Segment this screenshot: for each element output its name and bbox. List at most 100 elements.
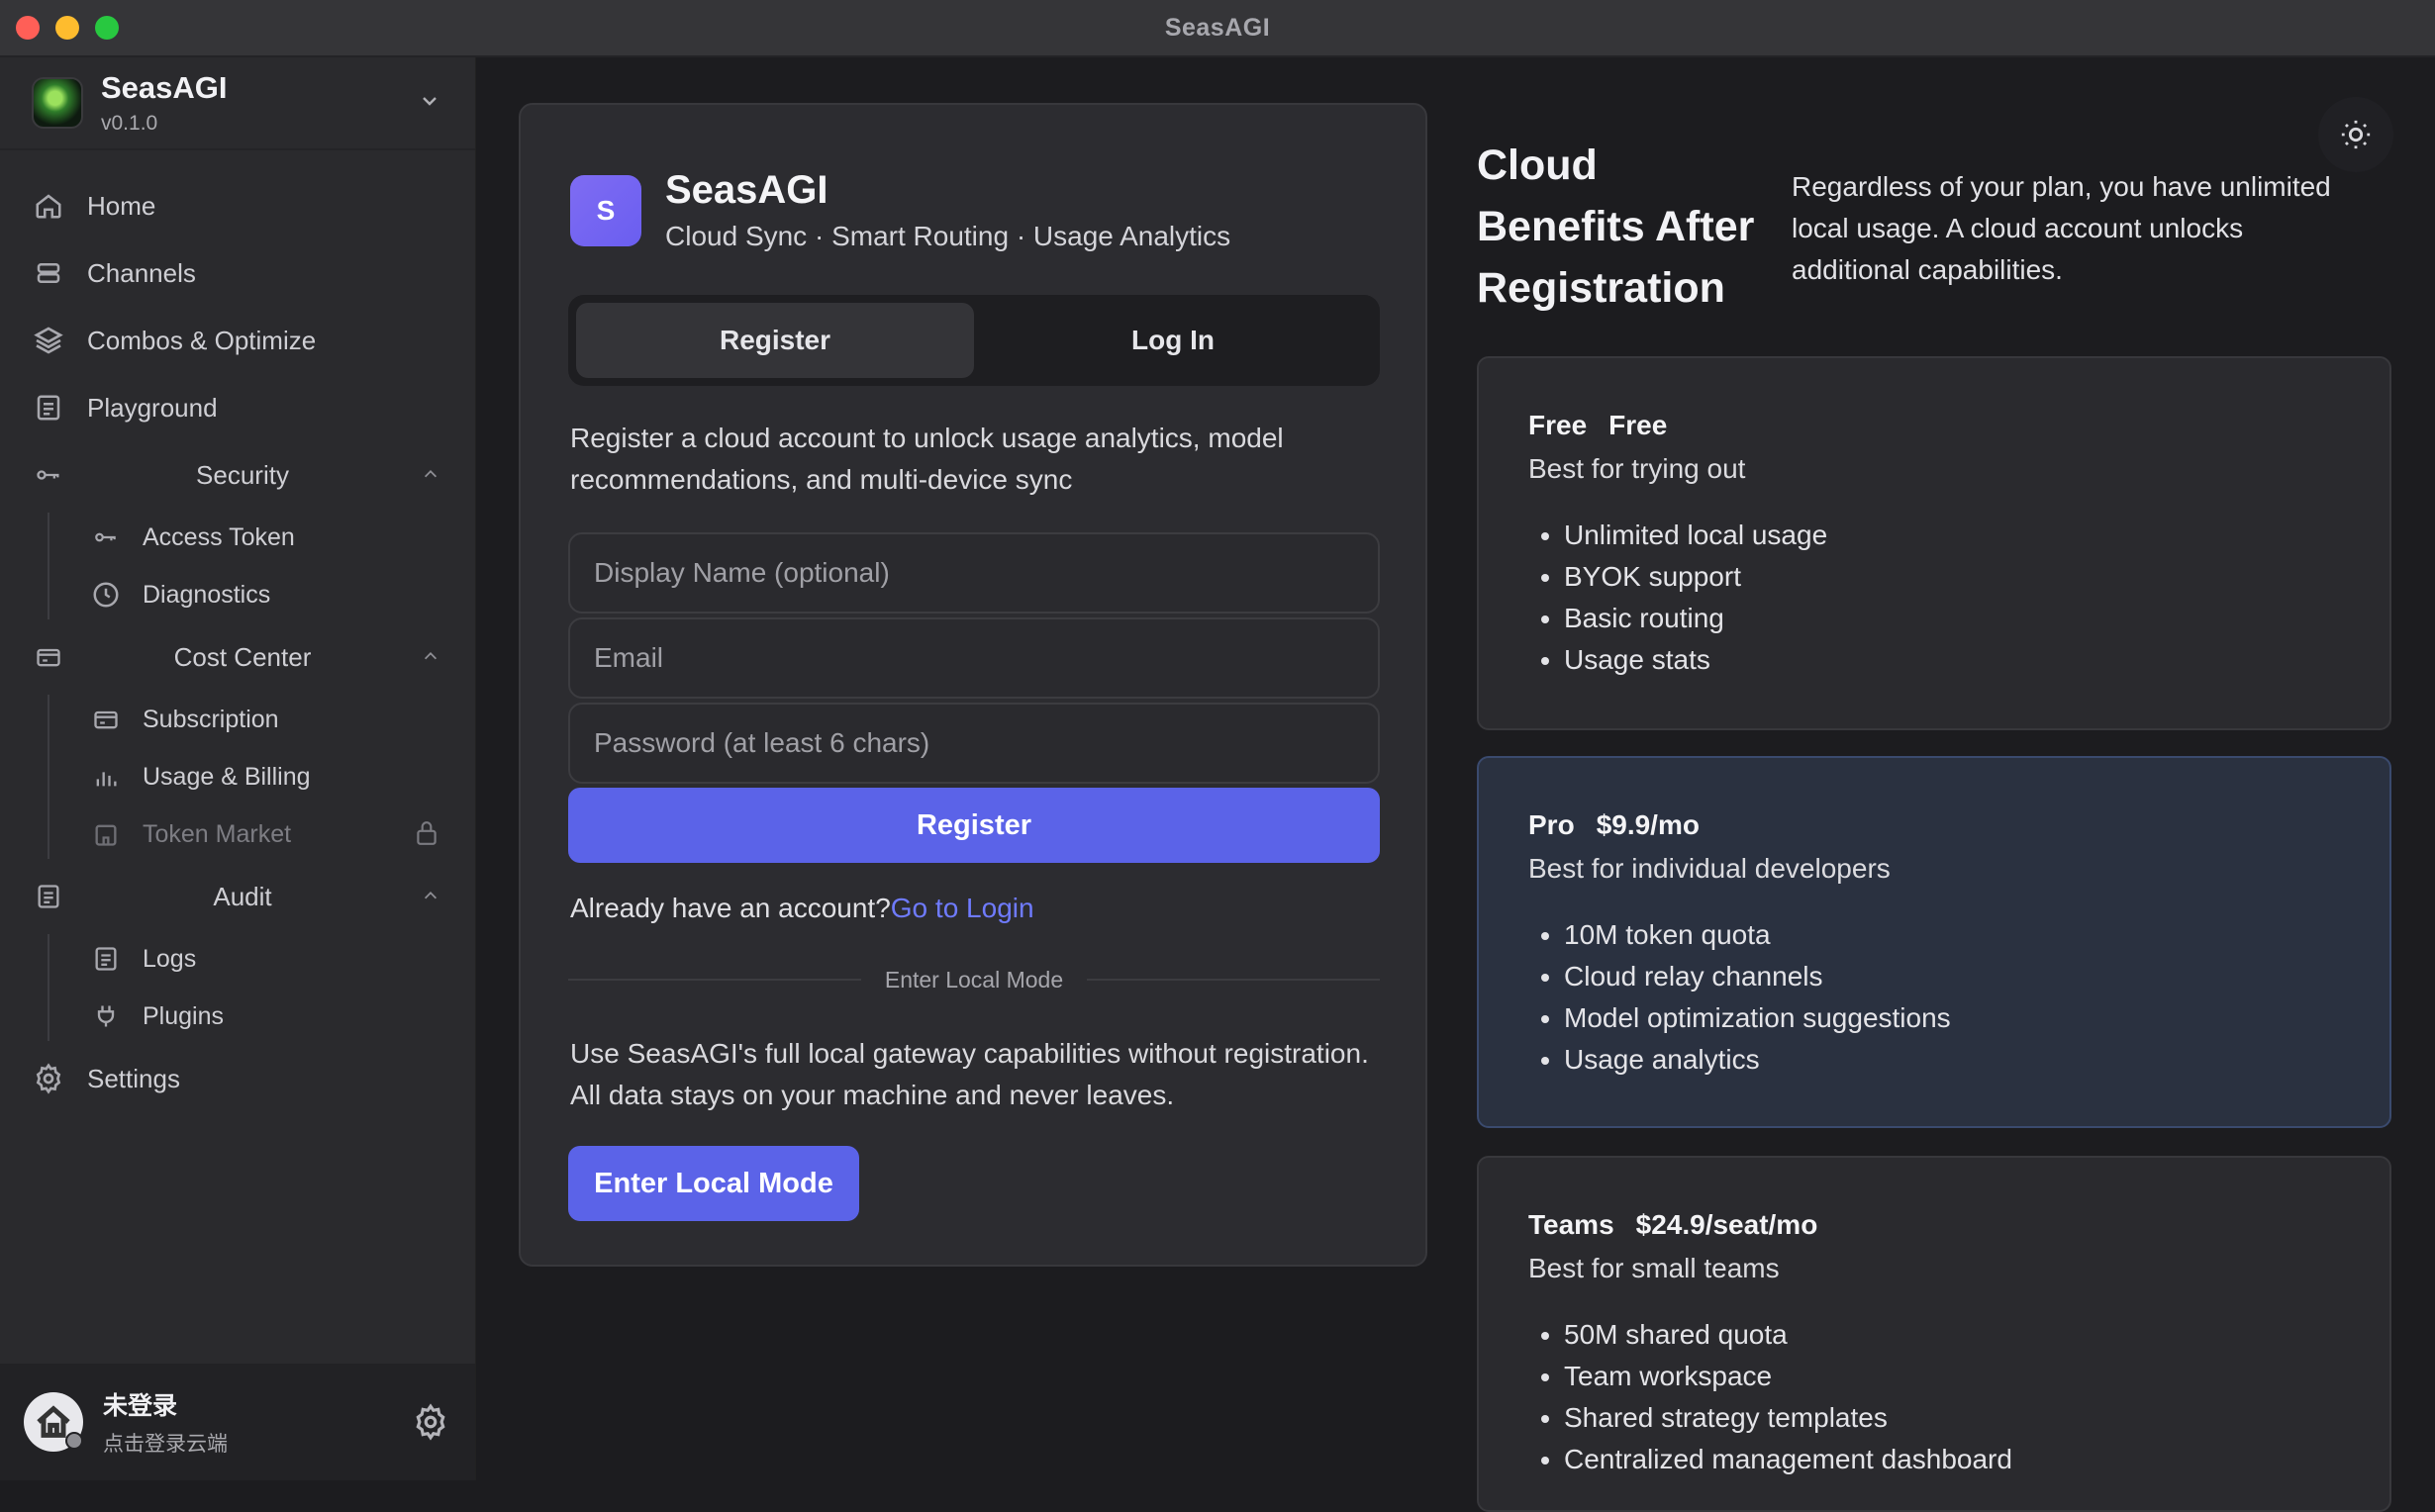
group-label: Security (196, 459, 289, 490)
account-panel[interactable]: 未登录 点击登录云端 (0, 1364, 475, 1480)
have-account-text: Already have an account? (570, 893, 891, 923)
window-title: SeasAGI (1164, 13, 1271, 42)
plan-header: Teams $24.9/seat/mo (1528, 1209, 2340, 1241)
plan-card-teams: Teams $24.9/seat/mo Best for small teams … (1477, 1156, 2391, 1512)
plug-icon (91, 1001, 121, 1031)
cost-center-submenu: Subscription Usage & Billing Token Marke… (0, 691, 475, 863)
zoom-window-button[interactable] (95, 16, 119, 40)
card-subtitle: Cloud Sync · Smart Routing · Usage Analy… (665, 221, 1231, 251)
divider-text: Enter Local Mode (884, 966, 1064, 992)
display-name-field[interactable] (568, 532, 1380, 614)
plan-card-free: Free Free Best for trying out Unlimited l… (1477, 356, 2391, 730)
group-label: Cost Center (173, 641, 312, 672)
sidebar-item-label: Diagnostics (143, 580, 271, 609)
list-item: Team workspace (1564, 1356, 2340, 1397)
card-title: SeasAGI (665, 168, 828, 212)
tab-login[interactable]: Log In (974, 303, 1372, 378)
layers-icon (32, 324, 65, 357)
plan-name: Free (1528, 410, 1588, 440)
sidebar-item-playground[interactable]: Playground (0, 374, 475, 441)
plan-name: Pro (1528, 809, 1575, 840)
avatar (24, 1392, 83, 1452)
plan-features: Unlimited local usage BYOK support Basic… (1528, 515, 2340, 681)
enter-local-mode-button[interactable]: Enter Local Mode (568, 1146, 859, 1221)
sidebar-item-label: Access Token (143, 522, 295, 551)
sidebar-item-settings[interactable]: Settings (0, 1045, 475, 1112)
gear-icon (32, 1062, 65, 1095)
group-label: Audit (213, 881, 272, 911)
sidebar-item-label: Token Market (143, 819, 292, 848)
list-item: Model optimization suggestions (1564, 997, 2340, 1039)
account-subtitle: 点击登录云端 (103, 1433, 228, 1456)
list-item: Usage analytics (1564, 1039, 2340, 1081)
theme-toggle-button[interactable] (2318, 97, 2393, 172)
sidebar-item-usage-billing[interactable]: Usage & Billing (0, 748, 475, 805)
sidebar-group-security[interactable]: Security (0, 441, 475, 509)
list-item: Cloud relay channels (1564, 956, 2340, 997)
home-icon (32, 189, 65, 223)
list-item: 10M token quota (1564, 914, 2340, 956)
divider-line (1087, 979, 1380, 981)
plan-tagline: Best for trying out (1528, 453, 1746, 484)
brand-switcher[interactable]: SeasAGI v0.1.0 (0, 57, 475, 150)
list-item: BYOK support (1564, 556, 2340, 598)
key-icon (91, 522, 121, 552)
chevron-down-icon (423, 97, 437, 106)
minimize-window-button[interactable] (55, 16, 79, 40)
password-field[interactable] (568, 703, 1380, 784)
bar-chart-icon (91, 762, 121, 792)
sidebar-item-home[interactable]: Home (0, 172, 475, 239)
credit-card-icon (91, 705, 121, 734)
close-window-button[interactable] (16, 16, 40, 40)
plan-tagline: Best for individual developers (1528, 853, 1891, 884)
auth-tabs: Register Log In (568, 295, 1380, 386)
sidebar-item-label: Channels (87, 257, 196, 288)
plan-price: $24.9/seat/mo (1635, 1209, 1818, 1240)
document-icon (91, 944, 121, 974)
sidebar-item-label: Playground (87, 392, 218, 423)
sidebar-group-audit[interactable]: Audit (0, 863, 475, 930)
sidebar-item-access-token[interactable]: Access Token (0, 509, 475, 566)
card-header: S SeasAGI Cloud Sync · Smart Routing · U… (570, 168, 1230, 252)
divider-line (568, 979, 861, 981)
list-item: Usage stats (1564, 639, 2340, 681)
plan-features: 10M token quota Cloud relay channels Mod… (1528, 914, 2340, 1081)
chevron-up-icon (424, 470, 438, 478)
brand-name: SeasAGI (101, 70, 228, 105)
sidebar-item-combos[interactable]: Combos & Optimize (0, 307, 475, 374)
plan-header: Free Free (1528, 410, 2340, 441)
sidebar-group-cost-center[interactable]: Cost Center (0, 623, 475, 691)
plan-features: 50M shared quota Team workspace Shared s… (1528, 1314, 2340, 1480)
go-to-login-link[interactable]: Go to Login (891, 893, 1034, 923)
window-titlebar: SeasAGI (0, 0, 2435, 57)
benefits-description: Regardless of your plan, you have unlimi… (1792, 171, 2331, 285)
sidebar-item-diagnostics[interactable]: Diagnostics (0, 566, 475, 623)
sidebar-item-label: Settings (87, 1063, 180, 1093)
email-field[interactable] (568, 617, 1380, 699)
sidebar-item-logs[interactable]: Logs (0, 930, 475, 988)
sidebar-item-plugins[interactable]: Plugins (0, 988, 475, 1045)
local-mode-divider: Enter Local Mode (568, 964, 1380, 995)
local-mode-description: Use SeasAGI's full local gateway capabil… (570, 1038, 1369, 1110)
benefits-title: Cloud Benefits After Registration (1477, 142, 1755, 312)
plan-name: Teams (1528, 1209, 1614, 1240)
lock-icon (417, 821, 437, 845)
tab-register[interactable]: Register (576, 303, 974, 378)
sidebar-item-token-market[interactable]: Token Market (0, 805, 475, 863)
chevron-up-icon (424, 652, 438, 660)
auth-card: S SeasAGI Cloud Sync · Smart Routing · U… (519, 103, 1427, 1267)
brand-version: v0.1.0 (101, 112, 158, 135)
database-icon (32, 256, 65, 290)
account-settings-button[interactable] (412, 1403, 449, 1446)
clock-icon (91, 580, 121, 610)
app-badge: S (570, 174, 641, 246)
register-button[interactable]: Register (568, 788, 1380, 863)
plan-card-pro: Pro $9.9/mo Best for individual developer… (1477, 756, 2391, 1128)
store-icon (91, 819, 121, 849)
sidebar-item-subscription[interactable]: Subscription (0, 691, 475, 748)
sidebar-item-channels[interactable]: Channels (0, 239, 475, 307)
traffic-lights (16, 16, 119, 40)
list-item: Shared strategy templates (1564, 1397, 2340, 1439)
chevron-up-icon (424, 892, 438, 899)
plan-tagline: Best for small teams (1528, 1253, 1780, 1283)
